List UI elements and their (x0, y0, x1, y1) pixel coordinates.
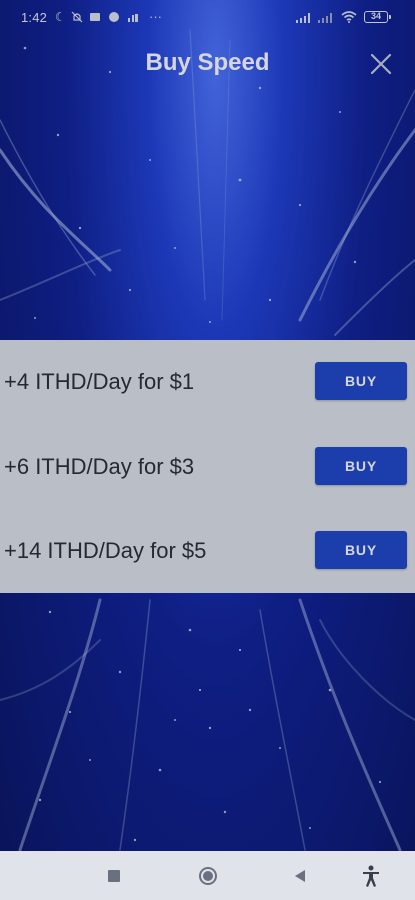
accessibility-icon (363, 865, 379, 887)
signal-icon (296, 11, 336, 25)
recents-icon (108, 870, 120, 882)
mute-icon (71, 11, 83, 25)
status-bar: 1:42 ☾ ··· 34 (0, 0, 415, 34)
accessibility-button[interactable] (358, 863, 384, 889)
back-button[interactable] (287, 863, 313, 889)
notification-icon (89, 11, 101, 25)
close-icon (370, 53, 392, 75)
offer-row: +4 ITHD/Day for $1 BUY (0, 362, 415, 402)
home-button[interactable] (195, 863, 221, 889)
nav-bar (0, 851, 415, 900)
back-icon (295, 870, 305, 882)
more-icon: ··· (149, 9, 162, 24)
offer-row: +6 ITHD/Day for $3 BUY (0, 447, 415, 487)
buy-button-2[interactable]: BUY (315, 447, 407, 485)
offer-label: +4 ITHD/Day for $1 (4, 369, 195, 394)
offers-panel: +4 ITHD/Day for $1 BUY +6 ITHD/Day for $… (0, 340, 415, 593)
moon-icon: ☾ (55, 10, 66, 24)
recents-button[interactable] (101, 863, 127, 889)
app-icon (108, 11, 120, 25)
network-icon (127, 11, 139, 25)
close-button[interactable] (364, 50, 398, 80)
buy-button-3[interactable]: BUY (315, 531, 407, 569)
offer-row: +14 ITHD/Day for $5 BUY (0, 531, 415, 571)
page-title: Buy Speed (145, 49, 270, 76)
offer-label: +6 ITHD/Day for $3 (4, 454, 195, 479)
screen: 1:42 ☾ ··· 34 Buy Speed +4 ITHD/Day for … (0, 0, 415, 900)
buy-button-1[interactable]: BUY (315, 362, 407, 400)
wifi-icon (341, 11, 357, 25)
offer-label: +14 ITHD/Day for $5 (4, 538, 207, 563)
status-time: 1:42 (21, 10, 48, 25)
home-icon (199, 867, 217, 885)
battery-icon: 34 (364, 11, 391, 23)
